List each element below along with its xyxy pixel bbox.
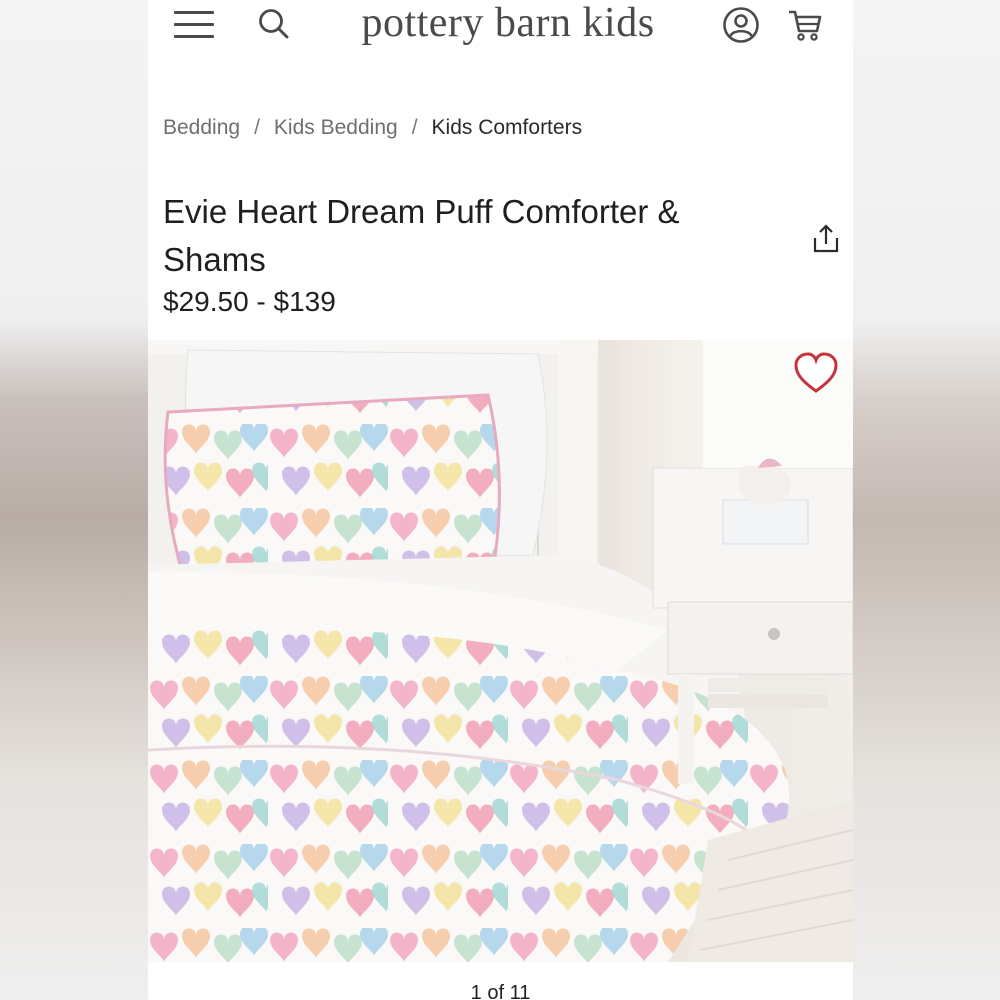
breadcrumb-bedding[interactable]: Bedding <box>163 116 240 139</box>
search-icon[interactable] <box>256 6 292 42</box>
breadcrumb-separator: / <box>411 116 418 139</box>
blurred-background-right <box>852 0 1000 1000</box>
breadcrumb-kids-bedding[interactable]: Kids Bedding <box>274 116 398 139</box>
product-price: $29.50 - $139 <box>163 286 336 317</box>
product-title: Evie Heart Dream Puff Comforter & Shams <box>163 193 680 278</box>
cart-icon[interactable] <box>786 6 824 44</box>
account-icon[interactable] <box>722 6 760 44</box>
share-icon[interactable] <box>810 222 842 256</box>
product-page: pottery barn kids Bedding / Kids Bedding / K… <box>148 0 853 1000</box>
menu-icon[interactable] <box>174 8 214 42</box>
breadcrumb: Bedding / Kids Bedding / Kids Comforters <box>163 116 582 140</box>
breadcrumb-kids-comforters[interactable]: Kids Comforters <box>432 116 583 139</box>
blurred-background-left <box>0 0 148 1000</box>
site-header: pottery barn kids <box>148 0 853 60</box>
product-image[interactable] <box>148 340 853 962</box>
brand-logo[interactable]: pottery barn kids <box>338 0 678 46</box>
gallery-counter: 1 of 11 <box>470 982 531 1000</box>
favorite-heart-icon[interactable] <box>792 352 840 396</box>
breadcrumb-separator: / <box>254 116 260 139</box>
